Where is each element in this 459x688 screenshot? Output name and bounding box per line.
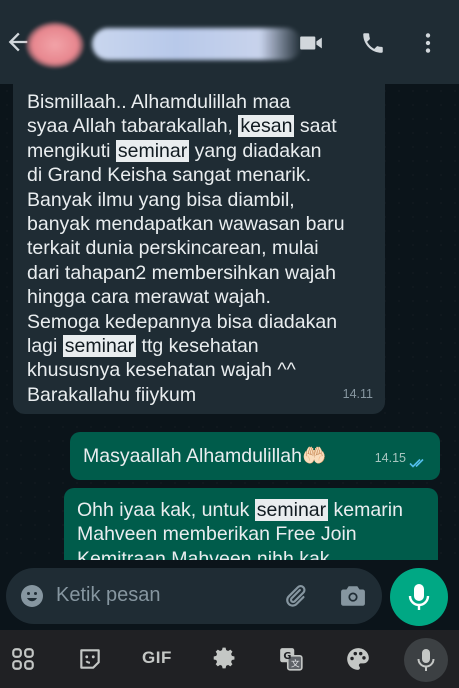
sticker-icon[interactable] (77, 646, 103, 672)
video-call-icon[interactable] (298, 30, 324, 56)
message-placeholder: Ketik pesan (56, 584, 161, 606)
message-line: khususnya kesehatan wajah ^^ (27, 358, 373, 382)
gif-button[interactable]: GIF (142, 648, 172, 668)
text-segment: yang diadakan (189, 139, 322, 162)
message-list[interactable]: Bismillaah.. Alhamdulillah maa syaa Allah… (0, 84, 459, 560)
read-receipt-icon (409, 458, 424, 468)
camera-icon[interactable] (340, 584, 366, 608)
palette-icon[interactable] (345, 646, 371, 672)
message-text: Ohh iyaa kak, untuk seminar kemarin Mahve… (77, 498, 428, 560)
chat-header (0, 0, 459, 84)
svg-text:文: 文 (291, 658, 300, 670)
message-input[interactable]: Ketik pesan (6, 568, 382, 624)
outgoing-message[interactable]: Ohh iyaa kak, untuk seminar kemarin Mahve… (64, 488, 438, 560)
message-line: Ohh iyaa kak, untuk seminar kemarin (77, 498, 428, 522)
keyboard-toolbar: GIF G 文 (0, 630, 459, 688)
text-segment: mengikuti (27, 139, 116, 162)
emoji-icon[interactable] (20, 584, 44, 608)
mic-icon (408, 584, 430, 610)
outgoing-message[interactable]: Masyaallah Alhamdulillah🤲🏻 14.15 (70, 432, 440, 480)
text-segment: banyak mendapatkan wawasan baru (27, 213, 345, 236)
message-time: 14.15 (374, 450, 406, 465)
text-segment: Banyak ilmu yang bisa diambil, (27, 188, 295, 211)
message-time: 14.11 (342, 386, 373, 401)
text-segment: kemarin (328, 499, 403, 521)
settings-icon[interactable] (212, 646, 238, 672)
more-vert-icon[interactable] (415, 30, 441, 56)
message-line: Mahveen memberikan Free Join (77, 522, 428, 546)
message-line: syaa Allah tabarakallah, kesan saat (27, 114, 373, 138)
contact-name[interactable] (92, 28, 302, 60)
voice-input-button[interactable] (404, 638, 448, 682)
message-line: terkait dunia perskincarean, mulai (27, 236, 373, 260)
message-line: Kemitraan Mahveen nihh kak (77, 547, 428, 560)
text-segment: ttg kesehatan (136, 335, 259, 358)
search-highlight: seminar (115, 139, 190, 162)
search-highlight: seminar (254, 499, 329, 521)
message-line: banyak mendapatkan wawasan baru (27, 212, 373, 236)
text-segment: terkait dunia perskincarean, mulai (27, 237, 319, 260)
message-line: Barakallahu fiiykum (27, 383, 373, 407)
apps-grid-icon[interactable] (10, 646, 36, 672)
paperclip-icon[interactable] (282, 583, 308, 609)
text-segment: syaa Allah tabarakallah, (27, 115, 239, 138)
text-segment: dari tahapan2 membersihkan wajah (27, 261, 336, 284)
incoming-message[interactable]: Bismillaah.. Alhamdulillah maa syaa Allah… (13, 84, 385, 414)
text-segment: saat (294, 115, 337, 138)
message-text: Bismillaah.. Alhamdulillah maa syaa Allah… (27, 90, 373, 407)
text-segment: di Grand Keisha sangat menarik. (27, 164, 311, 187)
message-line: hingga cara merawat wajah. (27, 285, 373, 309)
text-segment: Barakallahu fiiykum (27, 383, 197, 406)
composer: Ketik pesan (0, 560, 459, 630)
message-line: di Grand Keisha sangat menarik. (27, 163, 373, 187)
text-segment: Ohh iyaa kak, untuk (77, 499, 255, 521)
contact-avatar[interactable] (26, 22, 84, 68)
text-segment: hingga cara merawat wajah. (27, 286, 271, 309)
text-segment: Kemitraan Mahveen nihh kak (77, 547, 330, 560)
translate-icon[interactable]: G 文 (278, 646, 304, 672)
search-highlight: kesan (238, 115, 295, 138)
text-segment: Semoga kedepannya bisa diadakan (27, 310, 338, 333)
message-line: Banyak ilmu yang bisa diambil, (27, 188, 373, 212)
message-line: dari tahapan2 membersihkan wajah (27, 261, 373, 285)
message-line: mengikuti seminar yang diadakan (27, 139, 373, 163)
text-segment: Bismillaah.. Alhamdulillah maa (27, 91, 291, 113)
voice-input-icon (417, 649, 435, 671)
search-highlight: seminar (62, 335, 137, 358)
message-line: lagi seminar ttg kesehatan (27, 334, 373, 358)
text-segment: Mahveen memberikan Free Join (77, 523, 357, 546)
message-line: Semoga kedepannya bisa diadakan (27, 310, 373, 334)
message-line: Bismillaah.. Alhamdulillah maa (27, 90, 373, 114)
text-segment: khususnya kesehatan wajah ^^ (27, 359, 296, 382)
phone-icon[interactable] (360, 30, 386, 56)
text-segment: lagi (27, 335, 63, 358)
voice-message-button[interactable] (390, 568, 448, 626)
text-segment: Masyaallah Alhamdulillah🤲🏻 (83, 445, 327, 467)
